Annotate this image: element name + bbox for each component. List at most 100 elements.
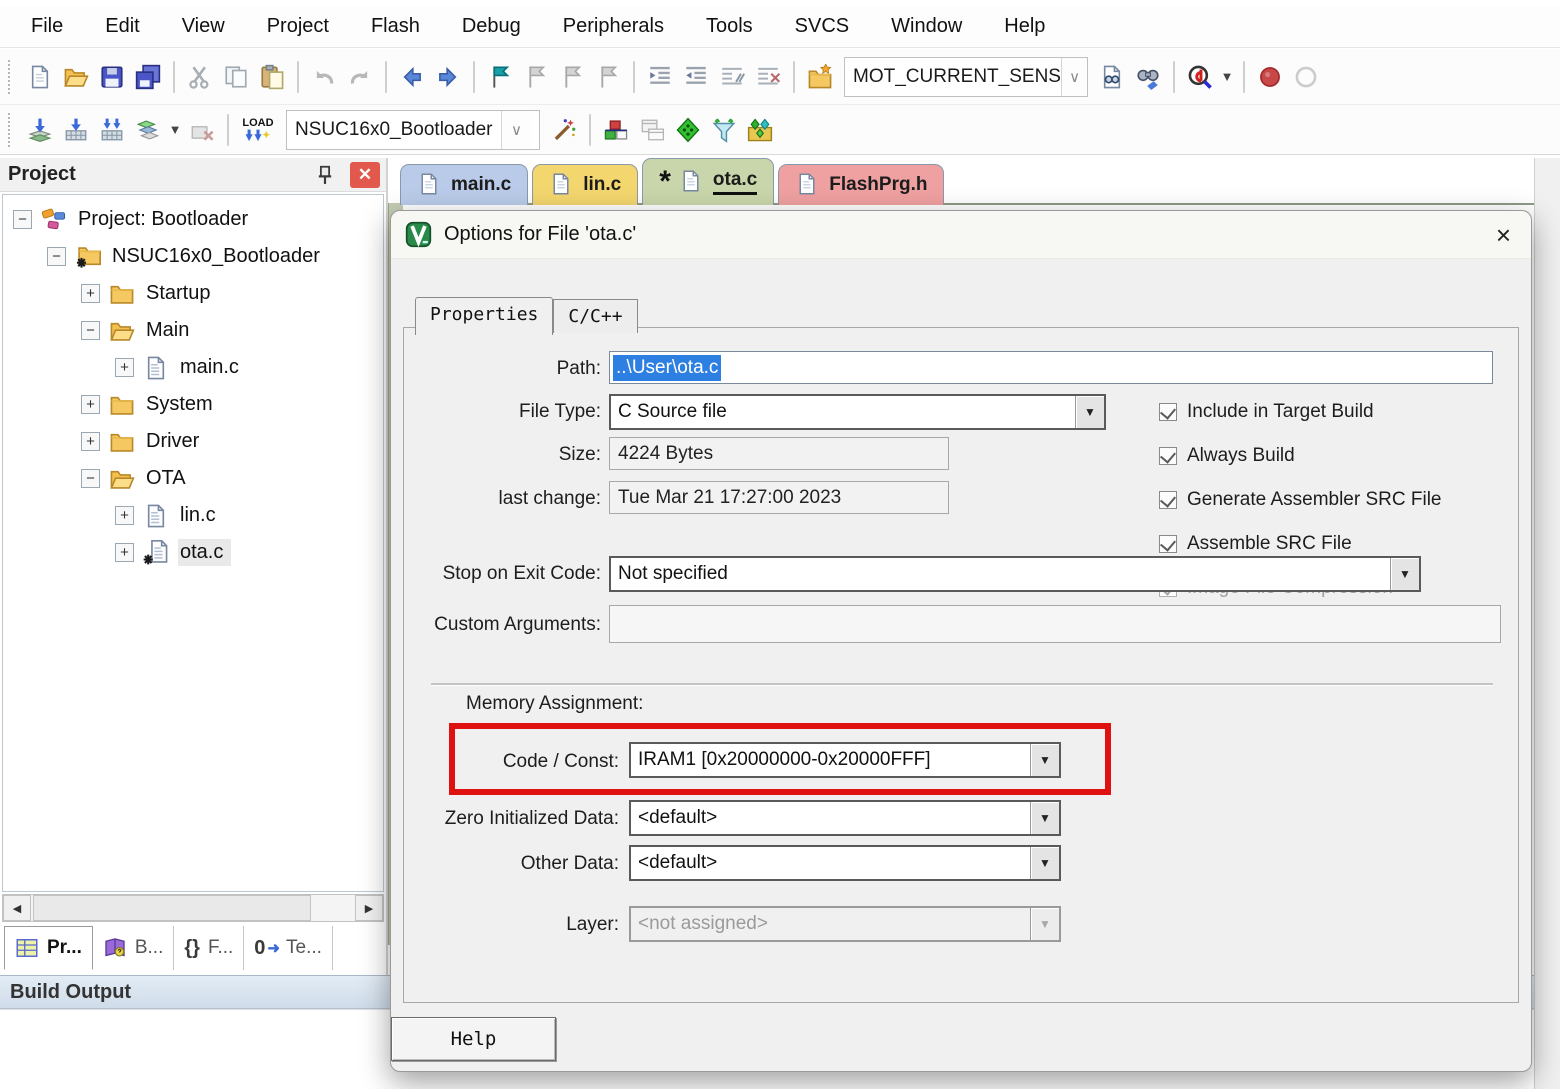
indent-icon[interactable] [642, 58, 678, 96]
build-icon[interactable] [58, 111, 94, 149]
uncomment-icon[interactable] [750, 58, 786, 96]
chevron-down-icon[interactable]: ▼ [1075, 396, 1104, 428]
tree-item-project-bootloader[interactable]: − Project: Bootloader [3, 201, 383, 238]
editor-tab-main-c[interactable]: main.c [400, 164, 528, 205]
chevron-down-icon[interactable]: ▼ [1030, 802, 1059, 834]
menu-item[interactable]: SVCS [774, 9, 870, 44]
tree-expander[interactable]: + [115, 506, 134, 525]
scroll-left-icon[interactable]: ◀ [3, 895, 31, 921]
tree-item-file-lin-c[interactable]: + lin.c [105, 497, 383, 534]
save-icon[interactable] [94, 58, 130, 96]
manage-runtime-environment-icon[interactable] [670, 111, 706, 149]
editor-tab-lin-c[interactable]: lin.c [532, 164, 638, 205]
dialog-tab-properties[interactable]: Properties [415, 297, 553, 335]
tree-expander[interactable]: − [81, 469, 100, 488]
functions-tab[interactable]: {} F... [173, 926, 243, 970]
target-select-combobox[interactable]: NSUC16x0_Bootloader ∨ [286, 110, 540, 150]
redo-icon[interactable] [342, 58, 378, 96]
editor-tab-flashprg-h[interactable]: FlashPrg.h [778, 164, 944, 205]
project-tab[interactable]: Pr... [4, 926, 93, 970]
incremental-find-icon[interactable] [1130, 58, 1166, 96]
tree-item-group-ota[interactable]: − OTA [71, 460, 383, 497]
debug-find-caret-icon[interactable]: ▼ [1218, 58, 1236, 96]
enable-breakpoint-icon[interactable] [1288, 58, 1324, 96]
tree-item-group-main[interactable]: − Main [71, 312, 383, 349]
assemble-src-file-checkbox[interactable] [1159, 535, 1177, 553]
generate-assembler-src-file-checkbox[interactable] [1159, 491, 1177, 509]
always-build-checkbox[interactable] [1159, 447, 1177, 465]
scroll-right-icon[interactable]: ▶ [355, 895, 383, 921]
dialog-tab-c-cpp[interactable]: C/C++ [553, 299, 637, 333]
close-dialog-icon[interactable]: × [1496, 222, 1511, 248]
next-bookmark-icon[interactable] [518, 58, 554, 96]
unindent-icon[interactable] [678, 58, 714, 96]
toolbar-grip[interactable] [8, 60, 18, 94]
chevron-down-icon[interactable]: ∨ [501, 111, 532, 149]
tree-expander[interactable]: − [47, 247, 66, 266]
paste-icon[interactable] [254, 58, 290, 96]
menu-item[interactable]: Project [246, 9, 350, 44]
new-file-icon[interactable] [22, 58, 58, 96]
tree-item-group-system[interactable]: + System [71, 386, 383, 423]
tree-item-file-main-c[interactable]: + main.c [105, 349, 383, 386]
tree-expander[interactable]: − [13, 210, 32, 229]
menu-item[interactable]: Window [870, 9, 983, 44]
file-type-select[interactable]: C Source file ▼ [609, 394, 1106, 430]
menu-item[interactable]: Flash [350, 9, 441, 44]
navigate-back-icon[interactable] [394, 58, 430, 96]
path-input[interactable]: ..\User\ota.c [609, 351, 1493, 384]
menu-item[interactable]: Tools [685, 9, 774, 44]
include-in-target-build-checkbox[interactable] [1159, 403, 1177, 421]
rebuild-icon[interactable] [94, 111, 130, 149]
tree-expander[interactable]: + [81, 284, 100, 303]
dialog-title-bar[interactable]: Options for File 'ota.c' × [391, 211, 1531, 259]
tree-expander[interactable]: + [115, 358, 134, 377]
toolbar-grip[interactable] [8, 113, 18, 147]
debug-find-icon[interactable] [1182, 58, 1218, 96]
download-to-flash-icon[interactable]: LOAD [236, 108, 280, 152]
previous-bookmark-icon[interactable] [554, 58, 590, 96]
chevron-down-icon[interactable]: ▼ [1390, 558, 1419, 590]
scrollbar-thumb[interactable] [33, 895, 311, 921]
tree-expander[interactable]: + [115, 543, 134, 562]
menu-item[interactable]: Debug [441, 9, 542, 44]
editor-tab-ota-c[interactable]: * ota.c [642, 158, 774, 205]
books-tab[interactable]: B... [93, 926, 174, 970]
stop-build-icon[interactable] [184, 111, 220, 149]
find-in-files-dialog-icon[interactable] [1094, 58, 1130, 96]
chevron-down-icon[interactable]: ∨ [1061, 58, 1087, 96]
comment-icon[interactable] [714, 58, 750, 96]
save-all-icon[interactable] [130, 58, 166, 96]
project-horizontal-scrollbar[interactable]: ◀ ▶ [2, 894, 384, 922]
clear-bookmarks-icon[interactable] [590, 58, 626, 96]
menu-item[interactable]: View [161, 9, 246, 44]
manage-layers-icon[interactable] [634, 111, 670, 149]
navigate-forward-icon[interactable] [430, 58, 466, 96]
zero-initialized-data-select[interactable]: <default> ▼ [629, 800, 1061, 836]
chevron-down-icon[interactable]: ▼ [1030, 847, 1059, 879]
target-options-icon[interactable] [546, 111, 582, 149]
tree-expander[interactable]: + [81, 432, 100, 451]
insert-breakpoint-icon[interactable] [1252, 58, 1288, 96]
templates-tab[interactable]: 0 ➜ Te... [243, 926, 333, 970]
select-software-packs-icon[interactable] [706, 111, 742, 149]
translate-file-icon[interactable] [22, 111, 58, 149]
tree-item-nsuc16x0-bootloader[interactable]: − NSUC16x0_Bootloader [37, 238, 383, 275]
copy-icon[interactable] [218, 58, 254, 96]
search-text-combobox[interactable]: MOT_CURRENT_SENSE_L ∨ [844, 57, 1088, 97]
undo-icon[interactable] [306, 58, 342, 96]
custom-arguments-input[interactable] [609, 605, 1501, 643]
close-panel-button[interactable]: ✕ [350, 162, 380, 188]
tree-item-group-startup[interactable]: + Startup [71, 275, 383, 312]
menu-item[interactable]: File [10, 9, 84, 44]
pack-installer-icon[interactable] [742, 111, 778, 149]
tree-expander[interactable]: − [81, 321, 100, 340]
help-button[interactable]: Help [391, 1017, 556, 1061]
menu-item[interactable]: Edit [84, 9, 160, 44]
tree-item-file-ota-c[interactable]: + ota.c [105, 534, 383, 571]
other-data-select[interactable]: <default> ▼ [629, 845, 1061, 881]
pin-icon[interactable] [314, 164, 336, 186]
insert-bookmark-icon[interactable] [482, 58, 518, 96]
menu-item[interactable]: Peripherals [542, 9, 685, 44]
menu-item[interactable]: Help [983, 9, 1066, 44]
